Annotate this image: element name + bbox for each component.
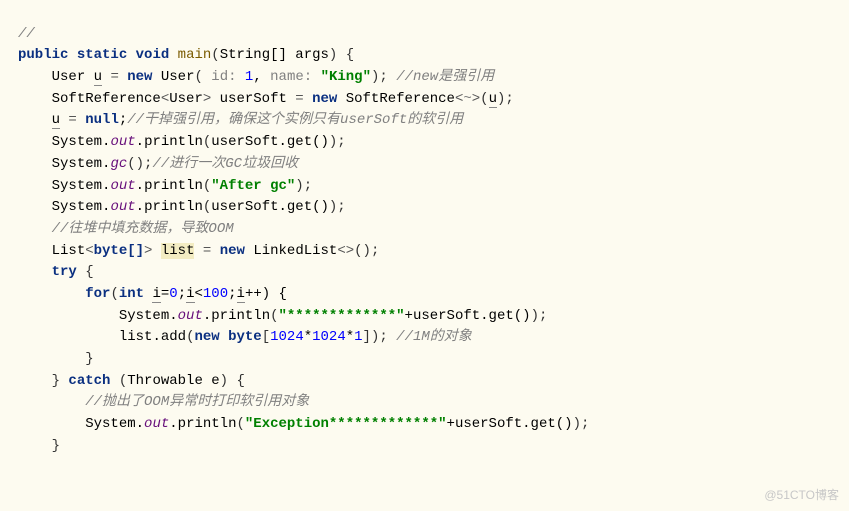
arg: userSoft.get()	[211, 134, 329, 150]
arg: userSoft.get()	[413, 308, 531, 324]
method-println: println	[211, 308, 270, 324]
ctor-softref: SoftReference	[346, 91, 455, 107]
catch-param: Throwable e	[127, 373, 219, 389]
method-println: println	[144, 199, 203, 215]
cls-system: System	[119, 308, 169, 324]
str: "*************"	[279, 308, 405, 324]
comment: //1M的对象	[396, 329, 472, 345]
ctor-linkedlist: LinkedList	[253, 243, 337, 259]
num-100: 100	[203, 286, 228, 302]
method-println: println	[144, 178, 203, 194]
kw-new: new	[194, 329, 219, 345]
op-eq: =	[110, 69, 118, 85]
field-out: out	[110, 134, 135, 150]
comment: //干掉强引用，确保这个实例只有userSoft的软引用	[127, 112, 463, 128]
str-king: "King"	[321, 69, 371, 85]
kw-new: new	[220, 243, 245, 259]
paren: ) {	[329, 47, 354, 63]
arg-u: u	[489, 91, 497, 108]
comment: //	[18, 26, 35, 42]
cls-system: System	[85, 416, 135, 432]
var-list: list	[119, 329, 153, 345]
method-main: main	[178, 47, 212, 63]
kw-try: try	[52, 264, 77, 280]
ctor-user: User	[161, 69, 195, 85]
arg: userSoft.get()	[211, 199, 329, 215]
var-list: list	[161, 243, 195, 259]
field-out: out	[144, 416, 169, 432]
var-u: u	[94, 69, 102, 86]
cls-system: System	[52, 156, 102, 172]
comment: //进行一次GC垃圾回收	[152, 156, 298, 172]
field-out: out	[178, 308, 203, 324]
kw-null: null	[85, 112, 119, 128]
kw-catch: catch	[68, 373, 110, 389]
type-user: User	[52, 69, 86, 85]
hint-name: name:	[270, 69, 312, 85]
kw-new: new	[312, 91, 337, 107]
code-editor[interactable]: // public static void main(String[] args…	[0, 0, 849, 465]
diamond-tilde: ~	[463, 91, 471, 107]
arg: userSoft.get()	[455, 416, 573, 432]
type-user: User	[169, 91, 203, 107]
method-println: println	[144, 134, 203, 150]
num: 1024	[312, 329, 346, 345]
var-i: i	[237, 286, 245, 303]
kw-for: for	[85, 286, 110, 302]
cls-system: System	[52, 178, 102, 194]
comment: //往堆中填充数据，导致OOM	[52, 221, 234, 237]
type-list: List	[52, 243, 86, 259]
paren: (	[211, 47, 219, 63]
kw-public: public	[18, 47, 68, 63]
kw-static: static	[77, 47, 127, 63]
type-softref: SoftReference	[52, 91, 161, 107]
cls-system: System	[52, 134, 102, 150]
kw-int: int	[119, 286, 144, 302]
var-i: i	[152, 286, 160, 303]
hint-id: id:	[211, 69, 236, 85]
num: 1024	[270, 329, 304, 345]
num: 1	[354, 329, 362, 345]
watermark: @51CTO博客	[764, 486, 839, 505]
type-byte-arr: byte[]	[94, 243, 144, 259]
kw-void: void	[136, 47, 170, 63]
num-0: 0	[169, 286, 177, 302]
var-usersoft: userSoft	[220, 91, 287, 107]
var-u: u	[52, 112, 60, 129]
field-out: out	[110, 178, 135, 194]
method-println: println	[178, 416, 237, 432]
field-out: out	[110, 199, 135, 215]
str: "Exception*************"	[245, 416, 447, 432]
comment: //抛出了OOM异常时打印软引用对象	[85, 394, 309, 410]
var-i: i	[186, 286, 194, 303]
method-gc: gc	[110, 156, 127, 172]
kw-byte: byte	[228, 329, 262, 345]
str: "After gc"	[211, 178, 295, 194]
kw-new: new	[127, 69, 152, 85]
method-add: add	[161, 329, 186, 345]
param-list: String[] args	[220, 47, 329, 63]
comment: //new是强引用	[396, 69, 494, 85]
cls-system: System	[52, 199, 102, 215]
